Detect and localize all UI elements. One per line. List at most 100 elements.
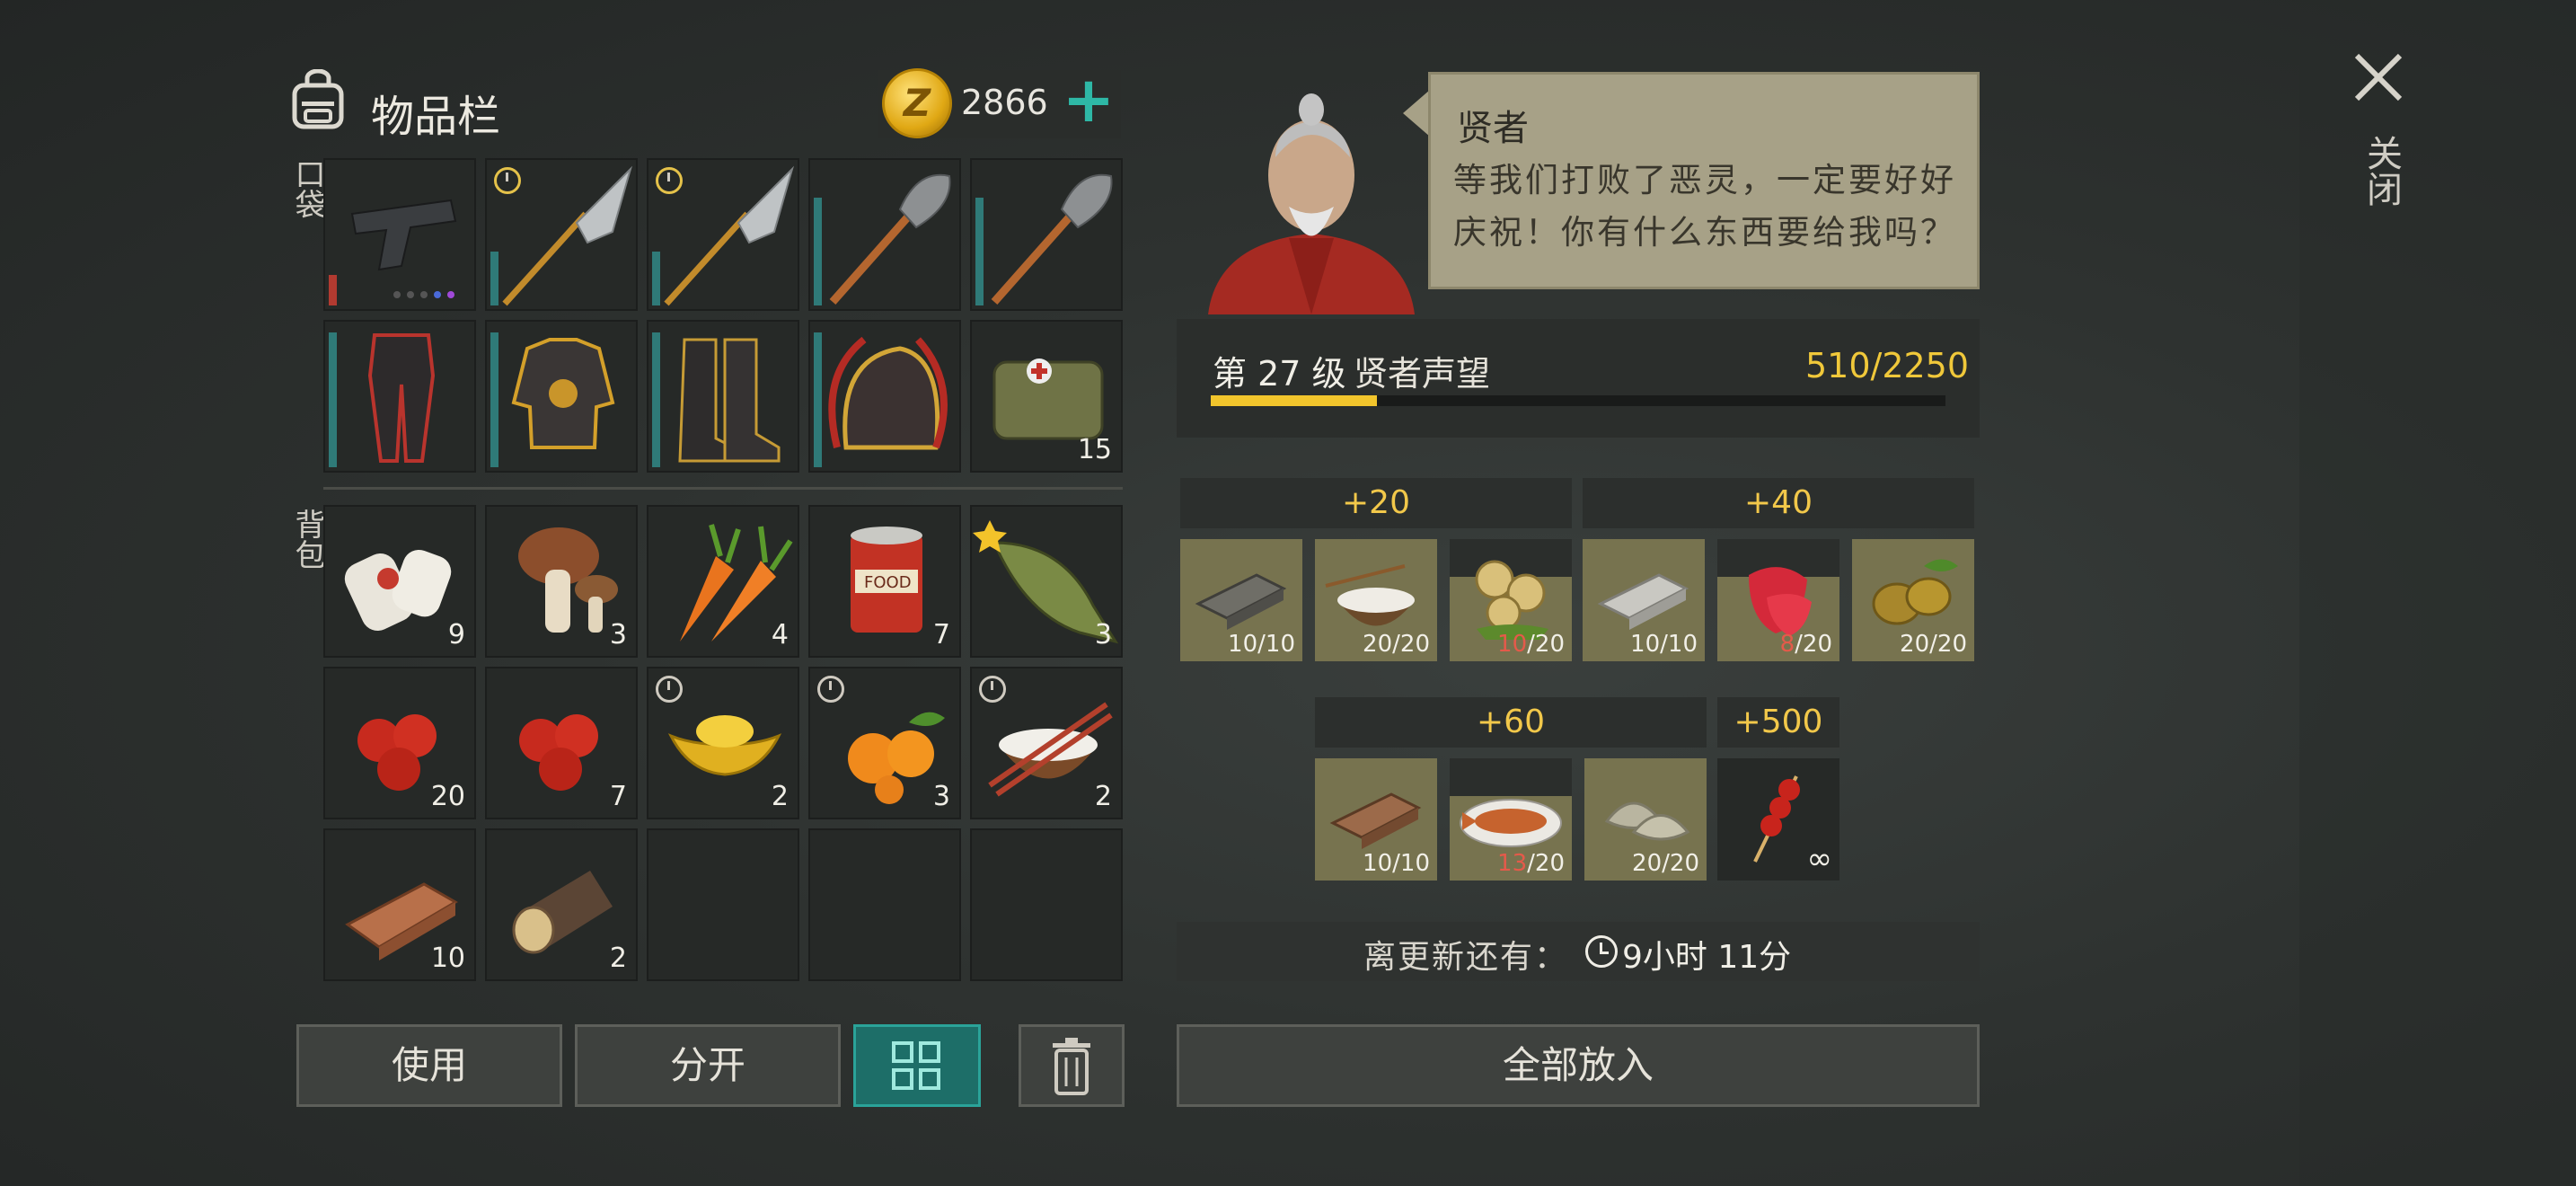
donation-slot-rice-bowl[interactable]: 20/20 xyxy=(1315,539,1437,661)
donation-progress: 10/10 xyxy=(1363,850,1430,877)
timer-icon xyxy=(817,676,844,703)
equipment-slot-guandao[interactable] xyxy=(485,158,638,311)
speech-bubble-tail xyxy=(1403,90,1430,137)
durability-bar xyxy=(490,332,498,467)
item-count: 4 xyxy=(771,619,789,651)
backpack-slot-mushroom[interactable]: 3 xyxy=(485,505,638,658)
inventory-title: 物品栏 xyxy=(371,92,501,142)
donation-slot-fish-dish[interactable]: 13/20 xyxy=(1450,758,1572,881)
durability-bar xyxy=(814,198,822,305)
backpack-slot-bandage[interactable]: 9 xyxy=(323,505,476,658)
pistol-icon xyxy=(350,199,457,298)
backpack-slot-apple[interactable]: 20 xyxy=(323,667,476,819)
backpack-slot-copper-ingot[interactable]: 10 xyxy=(323,828,476,981)
equipment-slot-guandao[interactable] xyxy=(647,158,799,311)
backpack-slot-carrot[interactable]: 4 xyxy=(647,505,799,658)
equipment-slot-helmet[interactable] xyxy=(808,320,961,473)
equipment-slot-armor[interactable] xyxy=(485,320,638,473)
close-icon[interactable] xyxy=(2351,50,2405,104)
trash-button[interactable] xyxy=(1019,1024,1125,1107)
tier-reward-40: +40 xyxy=(1583,478,1974,528)
item-count: 3 xyxy=(932,781,950,812)
donation-progress: 10/10 xyxy=(1630,631,1698,658)
put-all-button[interactable]: 全部放入 xyxy=(1177,1024,1980,1107)
backpack-slot-empty[interactable] xyxy=(808,828,961,981)
tier-reward-60: +60 xyxy=(1315,697,1707,748)
donation-progress: 20/20 xyxy=(1363,631,1430,658)
donation-progress: 20/20 xyxy=(1632,850,1699,877)
item-count: 10 xyxy=(430,943,465,974)
helmet-icon xyxy=(828,336,948,450)
clock-icon xyxy=(1585,935,1618,968)
equipment-slot-medkit-bag[interactable]: 15 xyxy=(970,320,1123,473)
donation-slot-tanghulu[interactable]: ∞ xyxy=(1717,758,1839,881)
durability-bar xyxy=(490,252,498,305)
backpack-slot-canned-food[interactable]: FOOD 7 xyxy=(808,505,961,658)
shovel-icon xyxy=(991,173,1113,305)
item-count: 2 xyxy=(1094,781,1112,812)
use-button[interactable]: 使用 xyxy=(296,1024,562,1107)
donation-slot-dumplings[interactable]: 20/20 xyxy=(1584,758,1707,881)
close-label[interactable]: 关闭 xyxy=(2355,135,2407,207)
sort-grid-button[interactable] xyxy=(853,1024,981,1107)
timer-icon xyxy=(656,676,683,703)
equipment-slot-boots[interactable] xyxy=(647,320,799,473)
backpack-slot-empty[interactable] xyxy=(647,828,799,981)
donation-progress: 8/20 xyxy=(1779,631,1832,658)
donation-progress: 10/10 xyxy=(1228,631,1295,658)
donation-slot-kiwi[interactable]: 20/20 xyxy=(1852,539,1974,661)
backpack-icon xyxy=(292,69,344,129)
equipment-slot-pistol[interactable] xyxy=(323,158,476,311)
equipment-slot-shovel[interactable] xyxy=(970,158,1123,311)
item-count: 20 xyxy=(430,781,465,812)
donation-slot-lotus-root[interactable]: 10/20 xyxy=(1450,539,1572,661)
donation-slot-copper-ingot[interactable]: 10/10 xyxy=(1315,758,1437,881)
refresh-timer-bar xyxy=(1177,922,1980,981)
backpack-slot-gold-ingot[interactable]: 2 xyxy=(647,667,799,819)
timer-icon xyxy=(979,676,1006,703)
backpack-slot-log[interactable]: 2 xyxy=(485,828,638,981)
item-count: 7 xyxy=(932,619,950,651)
donation-progress: 13/20 xyxy=(1497,850,1565,877)
backpack-slot-apple[interactable]: 7 xyxy=(485,667,638,819)
sage-portrait-icon xyxy=(1208,93,1415,314)
backpack-slot-empty[interactable] xyxy=(970,828,1123,981)
equipment-slot-shovel[interactable] xyxy=(808,158,961,311)
donation-progress: ∞ xyxy=(1806,841,1832,877)
npc-dialogue: 等我们打败了恶灵，一定要好好庆祝！你有什么东西要给我吗？ xyxy=(1453,161,1956,252)
add-coins-button[interactable]: + xyxy=(1058,68,1119,133)
boots-icon xyxy=(678,338,781,463)
donation-slot-strawberry[interactable]: 8/20 xyxy=(1717,539,1839,661)
durability-bar xyxy=(329,275,337,305)
donation-progress: 20/20 xyxy=(1900,631,1967,658)
item-count: 2 xyxy=(771,781,789,812)
backpack-slot-rice-bowl[interactable]: 2 xyxy=(970,667,1123,819)
right-side-panel xyxy=(2299,0,2576,1186)
svg-text:FOOD: FOOD xyxy=(864,573,912,592)
hardened-badge-icon xyxy=(494,167,521,194)
item-count: 15 xyxy=(1077,434,1112,465)
section-divider xyxy=(323,487,1123,490)
backpack-slot-orange[interactable]: 3 xyxy=(808,667,961,819)
reputation-progress-fill xyxy=(1211,395,1377,406)
item-count: 7 xyxy=(609,781,627,812)
pants-icon xyxy=(367,333,436,463)
item-count: 3 xyxy=(1094,619,1112,651)
donation-slot-iron-ingot[interactable]: 10/10 xyxy=(1180,539,1302,661)
equipment-slot-pants[interactable] xyxy=(323,320,476,473)
durability-bar xyxy=(975,198,984,305)
npc-name: 贤者 xyxy=(1457,108,1529,149)
donation-slot-silver-ingot[interactable]: 10/10 xyxy=(1583,539,1705,661)
split-button[interactable]: 分开 xyxy=(575,1024,841,1107)
backpack-slot-fish[interactable]: 3 xyxy=(970,505,1123,658)
coin-icon: Z xyxy=(882,68,952,138)
item-count: 2 xyxy=(609,943,627,974)
durability-bar xyxy=(652,332,660,467)
tier-reward-20: +20 xyxy=(1180,478,1572,528)
durability-bar xyxy=(652,252,660,305)
item-count: 9 xyxy=(447,619,465,651)
grid-sort-icon xyxy=(892,1041,940,1090)
inventory-header: 物品栏 Z 2866 + xyxy=(286,65,1121,155)
hardened-badge-icon xyxy=(656,167,683,194)
donation-progress: 10/20 xyxy=(1497,631,1565,658)
